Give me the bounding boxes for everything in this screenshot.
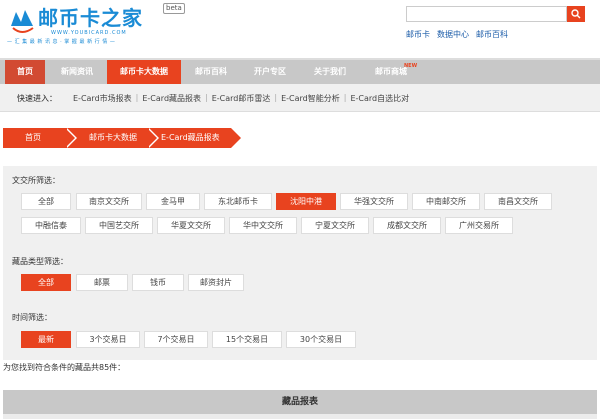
- exchange-option[interactable]: 东北邮币卡: [204, 193, 272, 210]
- type-option-selected[interactable]: 全部: [21, 274, 71, 291]
- nav-item-about[interactable]: 关于我们: [301, 60, 359, 84]
- separator: |: [274, 93, 278, 102]
- separator: |: [135, 93, 139, 102]
- exchange-option[interactable]: 中南邮交所: [412, 193, 480, 210]
- nav-item-home[interactable]: 首页: [5, 60, 45, 84]
- type-option[interactable]: 邮资封片: [188, 274, 244, 291]
- site-header: 邮币卡之家 WWW.YOUBICARD.COM — 汇 集 最 新 讯 息 · …: [0, 0, 600, 58]
- nav-item-open-account[interactable]: 开户专区: [241, 60, 299, 84]
- link-encyclopedia[interactable]: 邮币百科: [476, 29, 508, 40]
- time-option-selected[interactable]: 最新: [21, 331, 71, 348]
- time-option[interactable]: 3个交易日: [76, 331, 140, 348]
- exchange-option[interactable]: 金马甲: [146, 193, 200, 210]
- search-icon: [571, 9, 581, 19]
- exchange-option[interactable]: 成都文交所: [373, 217, 441, 234]
- quick-entry-link[interactable]: E-Card邮币雷达: [212, 93, 271, 104]
- type-filter-label: 藏品类型筛选：: [12, 257, 68, 266]
- exchange-option[interactable]: 宁夏文交所: [301, 217, 369, 234]
- breadcrumb-home[interactable]: 首页: [3, 128, 77, 148]
- breadcrumb-current[interactable]: E-Card藏品报表: [147, 128, 243, 148]
- exchange-option[interactable]: 南昌文交所: [484, 193, 552, 210]
- report-table-top: [3, 414, 597, 419]
- nav-item-news[interactable]: 新闻资讯: [49, 60, 105, 84]
- nav-item-big-data[interactable]: 邮币卡大数据: [107, 60, 181, 84]
- quick-entry-bar: 快速进入： E-Card市场报表 | E-Card藏品报表 | E-Card邮币雷达…: [0, 84, 600, 112]
- link-youbika[interactable]: 邮币卡: [406, 29, 430, 40]
- nav-item-encyclopedia[interactable]: 邮币百科: [183, 60, 239, 84]
- exchange-option[interactable]: 广州交易所: [445, 217, 513, 234]
- type-option[interactable]: 邮票: [76, 274, 128, 291]
- exchange-option[interactable]: 中国艺交所: [85, 217, 153, 234]
- site-logo[interactable]: 邮币卡之家 WWW.YOUBICARD.COM — 汇 集 最 新 讯 息 · …: [5, 4, 157, 45]
- quick-entry-link[interactable]: E-Card藏品报表: [142, 93, 201, 104]
- time-option[interactable]: 15个交易日: [212, 331, 282, 348]
- main-nav: 首页 新闻资讯 邮币卡大数据 邮币百科 开户专区 关于我们 邮币商城 NEW: [0, 58, 600, 84]
- header-quick-links: 邮币卡 数据中心 邮币百科: [406, 29, 508, 40]
- time-option[interactable]: 30个交易日: [286, 331, 356, 348]
- exchange-option[interactable]: 中融信泰: [21, 217, 81, 234]
- exchange-option[interactable]: 南京文交所: [76, 193, 142, 210]
- exchange-option[interactable]: 全部: [21, 193, 71, 210]
- separator: |: [343, 93, 347, 102]
- type-option[interactable]: 钱币: [132, 274, 184, 291]
- filter-panel: 文交所筛选： 全部 南京文交所 金马甲 东北邮币卡 沈阳中港 华强文交所 中南邮…: [3, 166, 597, 360]
- report-title-bar: 藏品报表: [3, 390, 597, 414]
- logo-slogan: — 汇 集 最 新 讯 息 · 掌 握 最 新 行 情 —: [7, 39, 116, 45]
- breadcrumb-big-data[interactable]: 邮币卡大数据: [65, 128, 159, 148]
- search-button[interactable]: [567, 6, 585, 22]
- quick-entry-links: E-Card市场报表 | E-Card藏品报表 | E-Card邮币雷达 | E-Ca…: [73, 93, 409, 104]
- quick-entry-link[interactable]: E-Card智能分析: [281, 93, 340, 104]
- exchange-option[interactable]: 华夏文交所: [157, 217, 225, 234]
- exchange-option-selected[interactable]: 沈阳中港: [276, 193, 336, 210]
- quick-entry-label: 快速进入：: [17, 94, 57, 103]
- logo-icon: [11, 10, 34, 33]
- quick-entry-link[interactable]: E-Card自选比对: [350, 93, 409, 104]
- quick-entry-link[interactable]: E-Card市场报表: [73, 93, 132, 104]
- result-count-text: 为您找到符合条件的藏品共85件：: [3, 363, 126, 372]
- link-data-center[interactable]: 数据中心: [437, 29, 469, 40]
- separator: |: [205, 93, 208, 102]
- logo-title: 邮币卡之家: [38, 6, 143, 30]
- time-filter-label: 时间筛选：: [12, 313, 52, 322]
- beta-badge: beta: [163, 3, 185, 14]
- exchange-filter-label: 文交所筛选：: [12, 176, 60, 185]
- exchange-option[interactable]: 华中文交所: [229, 217, 297, 234]
- logo-url: WWW.YOUBICARD.COM: [51, 30, 127, 36]
- time-option[interactable]: 7个交易日: [144, 331, 208, 348]
- new-badge: NEW: [404, 63, 418, 69]
- exchange-option[interactable]: 华强文交所: [340, 193, 408, 210]
- search-input[interactable]: [406, 6, 567, 22]
